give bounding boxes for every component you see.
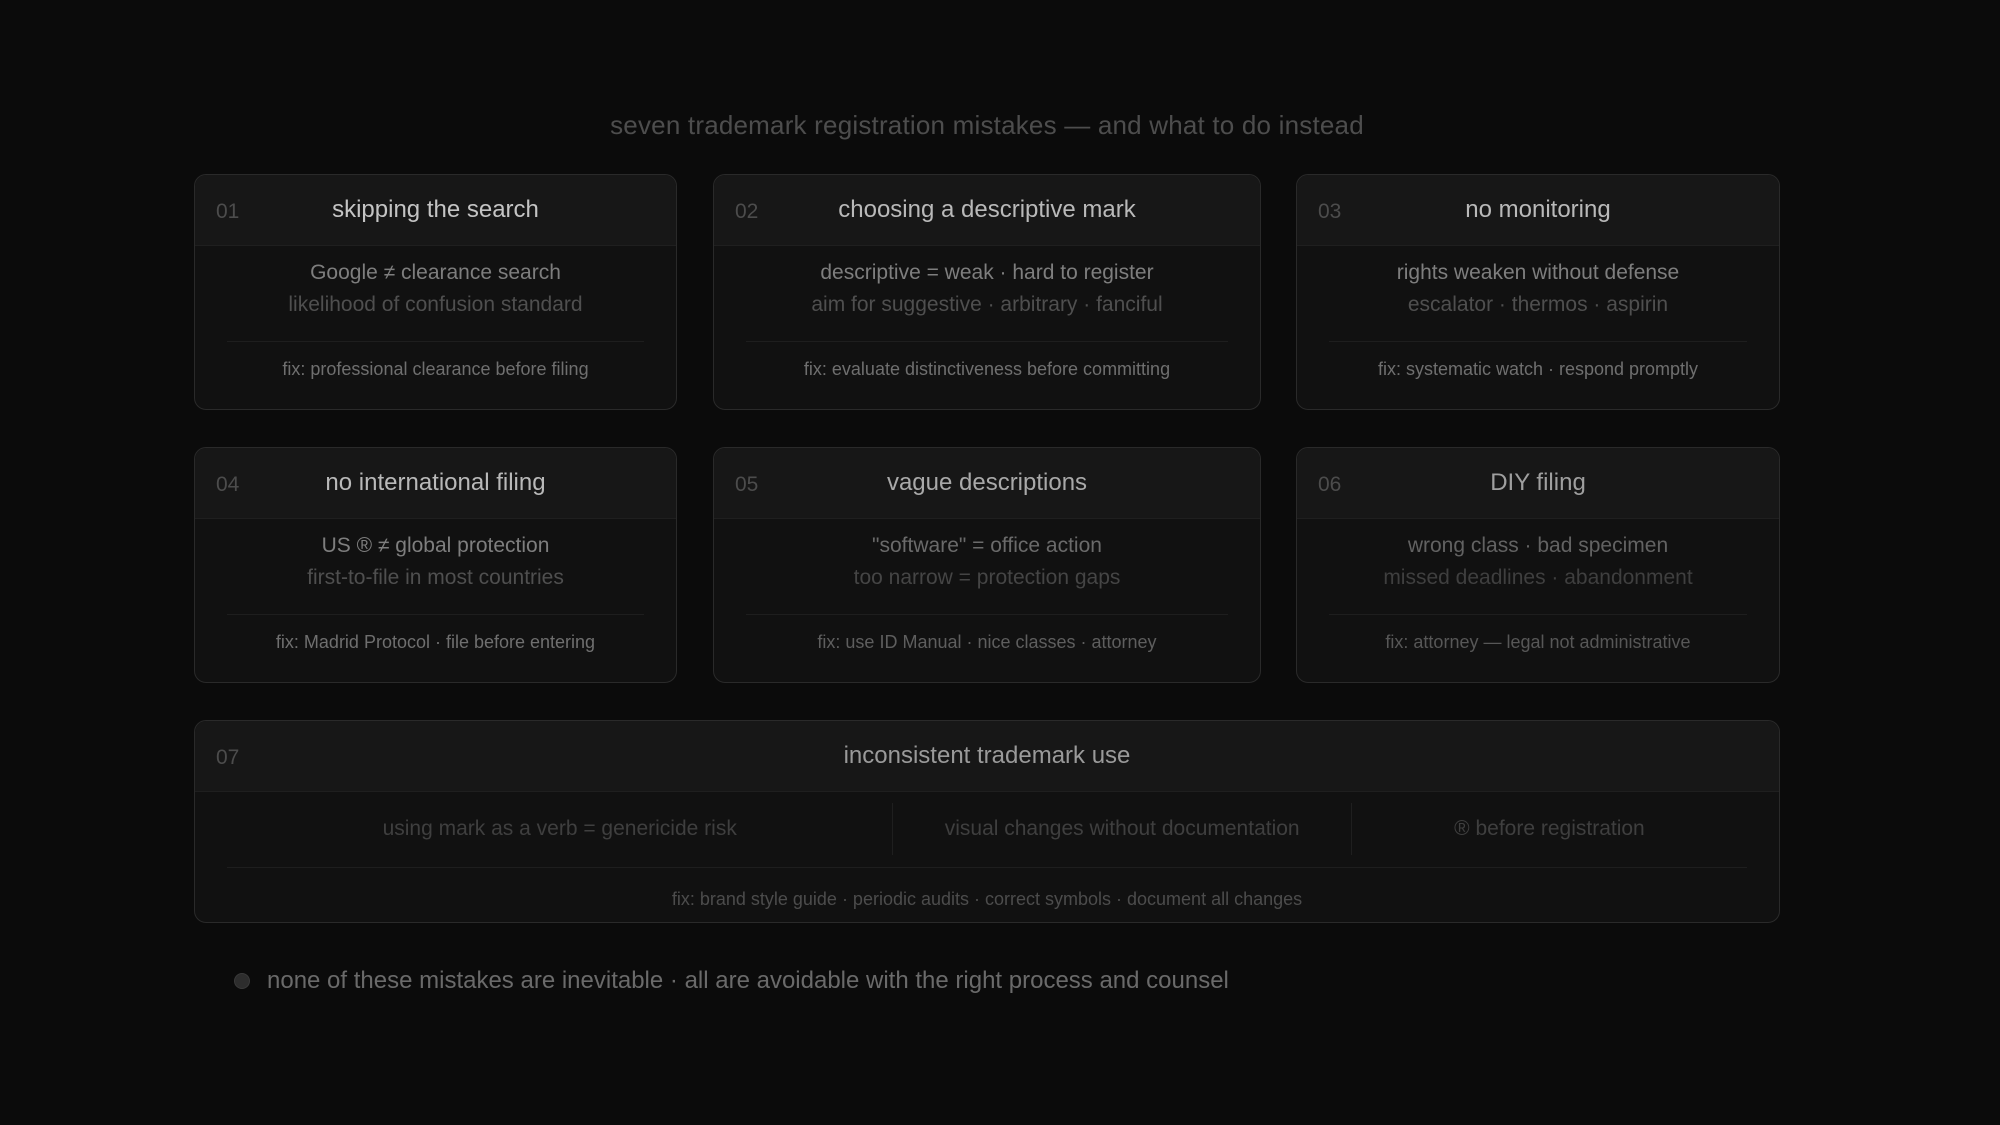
mistake-card-07: 07 inconsistent trademark use using mark… <box>194 720 1780 923</box>
card-divider <box>227 867 1747 868</box>
card-title: no international filing <box>325 469 546 496</box>
card-problem: Google ≠ clearance search <box>310 261 561 284</box>
card-body: descriptive = weak · hard to register ai… <box>746 257 1228 341</box>
card-fix: fix: attorney — legal not administrative <box>1385 632 1691 652</box>
card-problem: "software" = office action <box>872 534 1102 557</box>
card-title: vague descriptions <box>886 469 1088 496</box>
footer-text: none of these mistakes are inevitable · … <box>267 967 1229 994</box>
card-detail: too narrow = protection gaps <box>853 566 1121 589</box>
card-header: 05 vague descriptions <box>714 448 1260 519</box>
card-problem-3: ® before registration <box>1350 803 1747 855</box>
card-header: 01 skipping the search <box>195 175 676 246</box>
card-header: 03 no monitoring <box>1297 175 1779 246</box>
card-problem: wrong class · bad specimen <box>1407 534 1669 557</box>
card-header: 04 no international filing <box>195 448 676 519</box>
card-fix: fix: evaluate distinctiveness before com… <box>803 359 1171 379</box>
card-fix: fix: use ID Manual · nice classes · atto… <box>817 632 1157 652</box>
card-title: no monitoring <box>1465 196 1611 223</box>
card-body: rights weaken without defense escalator … <box>1329 257 1747 341</box>
card-header: 02 choosing a descriptive mark <box>714 175 1260 246</box>
card-problem: US ® ≠ global protection <box>321 534 550 557</box>
bullet-dot-icon <box>234 973 250 989</box>
card-detail: escalator · thermos · aspirin <box>1407 293 1669 316</box>
card-fix: fix: professional clearance before filin… <box>282 359 589 379</box>
card-problem-2: visual changes without documentation <box>892 803 1350 855</box>
card-header: 07 inconsistent trademark use <box>195 721 1779 792</box>
mistake-card-05: 05 vague descriptions "software" = offic… <box>713 447 1261 683</box>
card-body: "software" = office action too narrow = … <box>746 530 1228 614</box>
card-title: choosing a descriptive mark <box>838 196 1136 223</box>
card-body: US ® ≠ global protection first-to-file i… <box>227 530 644 614</box>
card-body: wrong class · bad specimen missed deadli… <box>1329 530 1747 614</box>
card-title: DIY filing <box>1490 469 1586 496</box>
card-body: Google ≠ clearance search likelihood of … <box>227 257 644 341</box>
card-detail: first-to-file in most countries <box>307 566 564 589</box>
card-problem: rights weaken without defense <box>1396 261 1680 284</box>
mistake-card-01: 01 skipping the search Google ≠ clearanc… <box>194 174 677 410</box>
card-divider <box>1329 614 1747 615</box>
card-fix: fix: systematic watch · respond promptly <box>1377 359 1699 379</box>
card-divider <box>746 614 1228 615</box>
footer-note: none of these mistakes are inevitable · … <box>194 957 1778 1007</box>
page-title: seven trademark registration mistakes — … <box>610 110 1364 140</box>
card-divider <box>1329 341 1747 342</box>
card-problem: descriptive = weak · hard to register <box>820 261 1154 284</box>
card-detail: likelihood of confusion standard <box>288 293 583 316</box>
card-problems: using mark as a verb = genericide risk v… <box>227 803 1747 855</box>
card-divider <box>227 341 644 342</box>
mistake-card-03: 03 no monitoring rights weaken without d… <box>1296 174 1780 410</box>
card-detail: aim for suggestive · arbitrary · fancifu… <box>811 293 1163 316</box>
card-fix: fix: Madrid Protocol · file before enter… <box>275 632 596 652</box>
card-fix: fix: brand style guide · periodic audits… <box>671 889 1303 909</box>
card-title: inconsistent trademark use <box>843 742 1131 769</box>
card-divider <box>227 614 644 615</box>
mistake-card-02: 02 choosing a descriptive mark descripti… <box>713 174 1261 410</box>
mistake-card-06: 06 DIY filing wrong class · bad specimen… <box>1296 447 1780 683</box>
mistake-card-04: 04 no international filing US ® ≠ global… <box>194 447 677 683</box>
card-problem-1: using mark as a verb = genericide risk <box>382 817 737 840</box>
card-title: skipping the search <box>332 196 539 223</box>
card-divider <box>746 341 1228 342</box>
card-header: 06 DIY filing <box>1297 448 1779 519</box>
card-detail: missed deadlines · abandonment <box>1383 566 1693 589</box>
